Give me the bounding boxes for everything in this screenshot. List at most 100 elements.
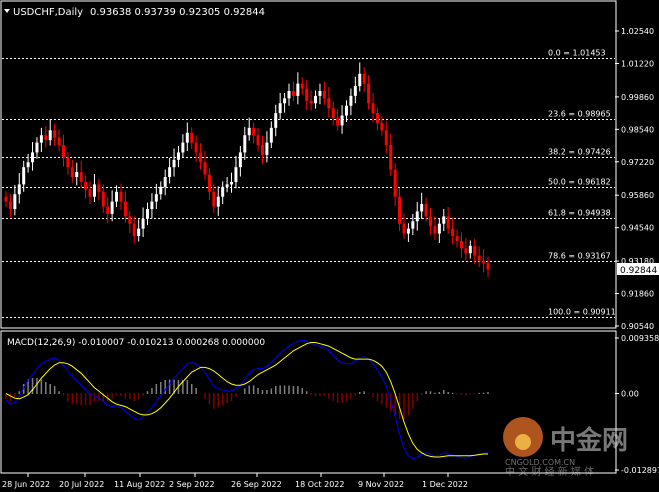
candle-body <box>110 201 114 214</box>
price-axis-label-1: 1.01220 <box>621 59 654 68</box>
watermark-logo: 中金网 CNGOLD.COM.CN 中 文 财 经 新 媒 体 <box>503 417 628 478</box>
candle-body <box>31 152 35 163</box>
time-axis-label-3: 2 Sep 2022 <box>169 480 215 489</box>
candle-body <box>70 167 74 178</box>
candle-body <box>154 194 158 202</box>
candle-body <box>260 145 264 155</box>
candle-body <box>477 255 481 261</box>
candle-body <box>128 216 132 224</box>
candle-body <box>455 236 459 241</box>
candle-body <box>291 90 295 96</box>
candle-body <box>13 194 17 209</box>
candle-body <box>287 90 291 99</box>
time-axis-label-5: 18 Oct 2022 <box>295 480 344 489</box>
fib-label-0: 0.0 = 1.01453 <box>548 49 606 58</box>
candle-body <box>150 201 154 209</box>
collapse-triangle-icon[interactable] <box>4 9 10 13</box>
watermark-slogan: 中 文 财 经 新 媒 体 <box>505 465 594 478</box>
candle-body <box>123 201 127 217</box>
candle-body <box>349 95 353 106</box>
price-axis-label-4: 0.97220 <box>621 158 654 167</box>
candle-body <box>146 208 150 219</box>
candle-body <box>314 95 318 104</box>
price-axis-label-8: 0.91860 <box>621 290 654 299</box>
candle-body <box>234 167 238 182</box>
candle-body <box>106 206 110 214</box>
candle-body <box>446 216 450 229</box>
fib-label-1: 23.6 = 0.98965 <box>548 110 611 119</box>
candle-body <box>486 263 490 270</box>
candle-body <box>79 172 83 182</box>
candle-body <box>44 135 48 141</box>
price-axis-label-2: 0.99860 <box>621 93 654 102</box>
candle-body <box>247 127 251 136</box>
candle-body <box>402 223 406 234</box>
candle-body <box>442 216 446 224</box>
candle-body <box>181 142 185 153</box>
candle-body <box>283 98 287 104</box>
candle-body <box>185 132 189 143</box>
candle-body <box>265 142 269 155</box>
current-price-label: 0.92844 <box>620 266 657 276</box>
candle-body <box>256 135 260 146</box>
candle-body <box>97 184 101 192</box>
fib-label-5: 78.6 = 0.93167 <box>548 252 611 261</box>
macd-axis-label-2: -0.012897 <box>621 466 659 475</box>
candle-body <box>406 228 410 234</box>
candle-body <box>238 152 242 168</box>
candle-body <box>367 83 371 104</box>
candle-body <box>53 130 57 138</box>
candle-body <box>415 211 419 222</box>
candle-body <box>4 196 8 202</box>
signal-line <box>5 342 488 458</box>
candle-body <box>336 118 340 126</box>
price-axis-label-6: 0.94540 <box>621 224 654 233</box>
candle-body <box>66 157 70 168</box>
candle-body <box>88 189 92 197</box>
time-axis-label-2: 11 Aug 2022 <box>114 480 165 489</box>
candle-body <box>300 83 304 89</box>
candle-body <box>331 108 335 119</box>
candle-body <box>39 135 43 143</box>
time-axis-label-6: 9 Nov 2022 <box>358 480 404 489</box>
candle-body <box>159 186 163 195</box>
watermark-brand: 中金网 <box>550 425 628 456</box>
candle-body <box>344 105 348 116</box>
candle-body <box>429 216 433 227</box>
symbol-title: USDCHF,Daily <box>13 7 83 18</box>
candle-body <box>375 113 379 123</box>
candle-body <box>168 167 172 178</box>
price-axis-label-3: 0.98540 <box>621 125 654 134</box>
candle-body <box>101 191 105 207</box>
price-axis-label-0: 1.02540 <box>621 27 654 36</box>
candle-body <box>464 248 468 254</box>
candle-body <box>84 181 88 190</box>
macd-line <box>5 339 489 460</box>
candle-body <box>194 142 198 153</box>
candle-body <box>482 260 486 264</box>
candle-body <box>437 223 441 234</box>
candle-body <box>278 103 282 114</box>
candle-body <box>433 226 437 234</box>
candle-body <box>176 152 180 160</box>
candle-body <box>411 221 415 229</box>
candle-body <box>473 245 477 256</box>
candle-body <box>141 218 145 229</box>
candle-body <box>384 130 388 146</box>
candle-body <box>199 152 203 163</box>
candle-body <box>221 186 225 197</box>
watermark-domain: CNGOLD.COM.CN <box>505 458 575 467</box>
candle-body <box>322 90 326 99</box>
time-axis-label-4: 26 Sep 2022 <box>231 480 282 489</box>
fib-label-4: 61.8 = 0.94938 <box>548 209 611 218</box>
candle-body <box>309 100 313 104</box>
time-axis-label-7: 1 Dec 2022 <box>422 480 468 489</box>
price-axis-label-9: 0.90540 <box>621 322 654 331</box>
candle-body <box>353 86 357 96</box>
candle-body <box>389 145 393 170</box>
candle-body <box>212 191 216 207</box>
macd-axis-label-1: 0.00 <box>621 390 639 399</box>
candle-body <box>274 113 278 128</box>
candle-body <box>459 240 463 249</box>
candle-body <box>132 223 136 237</box>
